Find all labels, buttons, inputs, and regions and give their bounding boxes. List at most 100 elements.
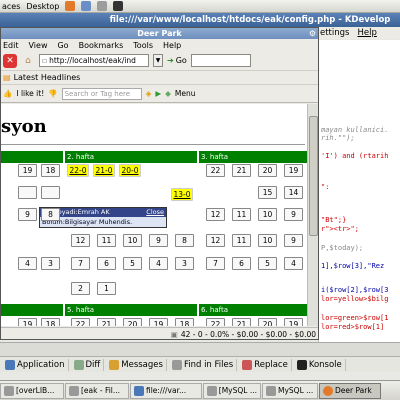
day-cell[interactable]: 4 xyxy=(18,257,37,270)
scrollbar-thumb[interactable] xyxy=(309,116,318,236)
day-cell[interactable]: 12 xyxy=(206,208,225,221)
day-cell[interactable]: 7 xyxy=(206,257,225,270)
taskbar-item[interactable]: file:///var... xyxy=(130,382,202,399)
day-cell[interactable]: 20 xyxy=(258,164,277,177)
code-editor[interactable]: mayan kullanici. rih.""); 'I') and (rtar… xyxy=(318,40,400,342)
like-button[interactable]: I like it! xyxy=(16,89,44,98)
day-cell[interactable]: 20 xyxy=(258,318,277,326)
day-cell[interactable]: 15 xyxy=(258,186,277,199)
tag-search-input[interactable]: Search or Tag here xyxy=(61,87,142,100)
day-cell[interactable]: 8 xyxy=(41,208,60,221)
terminal-launcher-icon[interactable] xyxy=(113,1,124,11)
day-cell[interactable]: 12 xyxy=(206,234,225,247)
day-cell[interactable] xyxy=(41,186,60,199)
panel-desktop[interactable]: Desktop xyxy=(26,2,59,11)
day-cell[interactable]: 9 xyxy=(284,234,303,247)
tool-tab-diff[interactable]: Diff xyxy=(71,358,105,371)
day-cell[interactable]: 22 xyxy=(71,318,90,326)
tool-tab-konsole[interactable]: Konsole xyxy=(294,358,346,371)
stop-icon[interactable]: ✕ xyxy=(3,53,17,68)
day-cell[interactable]: 19 xyxy=(149,318,168,326)
day-cell[interactable]: 19 xyxy=(18,164,37,177)
reserved-cell[interactable]: 21-0 xyxy=(93,164,115,177)
day-cell[interactable]: 9 xyxy=(18,208,37,221)
url-field[interactable]: ▫ http://localhost/eak/ind xyxy=(39,54,149,67)
bookmark-latest-headlines[interactable]: Latest Headlines xyxy=(14,73,81,82)
tooltip-close-link[interactable]: Close xyxy=(146,208,164,217)
day-cell[interactable]: 1 xyxy=(97,282,116,295)
menu-help[interactable]: Help xyxy=(163,41,181,50)
day-cell[interactable]: 18 xyxy=(41,164,60,177)
menu-button[interactable]: Menu xyxy=(175,89,196,98)
day-cell[interactable]: 20 xyxy=(123,318,142,326)
kdevelop-menu-settings[interactable]: ettings xyxy=(320,28,349,38)
day-cell[interactable]: 4 xyxy=(284,257,303,270)
taskbar-item[interactable]: [eak - Fil... xyxy=(65,382,129,399)
day-cell[interactable]: 6 xyxy=(97,257,116,270)
kdevelop-menu-help[interactable]: Help xyxy=(357,28,376,38)
reserved-cell[interactable]: 13-0 xyxy=(171,188,193,201)
day-cell[interactable]: 22 xyxy=(206,318,225,326)
day-cell[interactable]: 9 xyxy=(284,208,303,221)
day-cell[interactable]: 18 xyxy=(41,318,60,326)
reserved-cell[interactable]: 20-0 xyxy=(119,164,141,177)
editor-launcher-icon[interactable] xyxy=(97,1,108,11)
browser-launcher-icon[interactable] xyxy=(65,1,76,11)
home-icon[interactable]: ⌂ xyxy=(21,54,35,68)
day-cell[interactable]: 10 xyxy=(258,208,277,221)
tool-tab-replace[interactable]: Replace xyxy=(239,358,292,371)
day-cell[interactable]: 5 xyxy=(258,257,277,270)
day-cell[interactable] xyxy=(18,186,37,199)
day-cell[interactable]: 19 xyxy=(284,164,303,177)
day-cell[interactable]: 11 xyxy=(97,234,116,247)
day-cell[interactable]: 9 xyxy=(149,234,168,247)
day-cell[interactable]: 5 xyxy=(123,257,142,270)
tool-tab-application[interactable]: Application xyxy=(2,358,69,371)
day-cell[interactable]: 12 xyxy=(71,234,90,247)
menu-view[interactable]: View xyxy=(29,41,48,50)
day-cell[interactable]: 4 xyxy=(149,257,168,270)
taskbar-item[interactable]: MySQL ... xyxy=(262,382,318,399)
day-cell[interactable]: 8 xyxy=(175,234,194,247)
chevron-down-icon[interactable]: ▼ xyxy=(153,54,163,67)
day-cell[interactable]: 14 xyxy=(284,186,303,199)
menu-go[interactable]: Go xyxy=(57,41,68,50)
day-cell[interactable]: 21 xyxy=(232,318,251,326)
search-input[interactable] xyxy=(190,54,251,67)
day-cell[interactable]: 7 xyxy=(71,257,90,270)
day-cell[interactable]: 10 xyxy=(258,234,277,247)
taskbar-item[interactable]: [overLIB... xyxy=(0,382,64,399)
day-cell[interactable]: 18 xyxy=(175,318,194,326)
menu-edit[interactable]: Edit xyxy=(3,41,19,50)
day-cell[interactable]: 3 xyxy=(41,257,60,270)
stumble-icon[interactable]: ▶ xyxy=(155,89,161,98)
tag-icon[interactable]: ◈ xyxy=(146,89,152,98)
menu-bookmarks[interactable]: Bookmarks xyxy=(79,41,124,50)
day-cell[interactable]: 19 xyxy=(18,318,37,326)
thumbs-up-icon[interactable]: 👍 xyxy=(3,89,12,98)
vertical-scrollbar[interactable] xyxy=(307,104,318,326)
close-icon[interactable]: ⚙ xyxy=(309,28,316,39)
panel-places[interactable]: aces xyxy=(2,2,20,11)
day-cell[interactable]: 19 xyxy=(284,318,303,326)
day-cell[interactable]: 21 xyxy=(232,164,251,177)
tool-tab-find-in-files[interactable]: Find in Files xyxy=(169,358,238,371)
taskbar-item-active[interactable]: Deer Park xyxy=(319,382,381,399)
thumbs-down-icon[interactable]: 👎 xyxy=(48,89,57,98)
menu-tools[interactable]: Tools xyxy=(133,41,153,50)
reserved-cell[interactable]: 22-0 xyxy=(67,164,89,177)
day-cell[interactable]: 10 xyxy=(123,234,142,247)
taskbar-item[interactable]: [MySQL ... xyxy=(203,382,261,399)
day-cell[interactable]: 11 xyxy=(232,234,251,247)
day-cell[interactable]: 11 xyxy=(232,208,251,221)
go-button[interactable]: ➔ Go xyxy=(167,56,187,65)
mail-launcher-icon[interactable] xyxy=(81,1,92,11)
day-cell[interactable]: 22 xyxy=(206,164,225,177)
day-cell[interactable]: 3 xyxy=(175,257,194,270)
tool-tab-messages[interactable]: Messages xyxy=(106,358,167,371)
day-cell[interactable]: 21 xyxy=(97,318,116,326)
day-cell[interactable]: 6 xyxy=(232,257,251,270)
share-icon[interactable]: ◆ xyxy=(165,89,171,98)
day-cell[interactable]: 2 xyxy=(71,282,90,295)
messages-icon xyxy=(109,359,120,370)
